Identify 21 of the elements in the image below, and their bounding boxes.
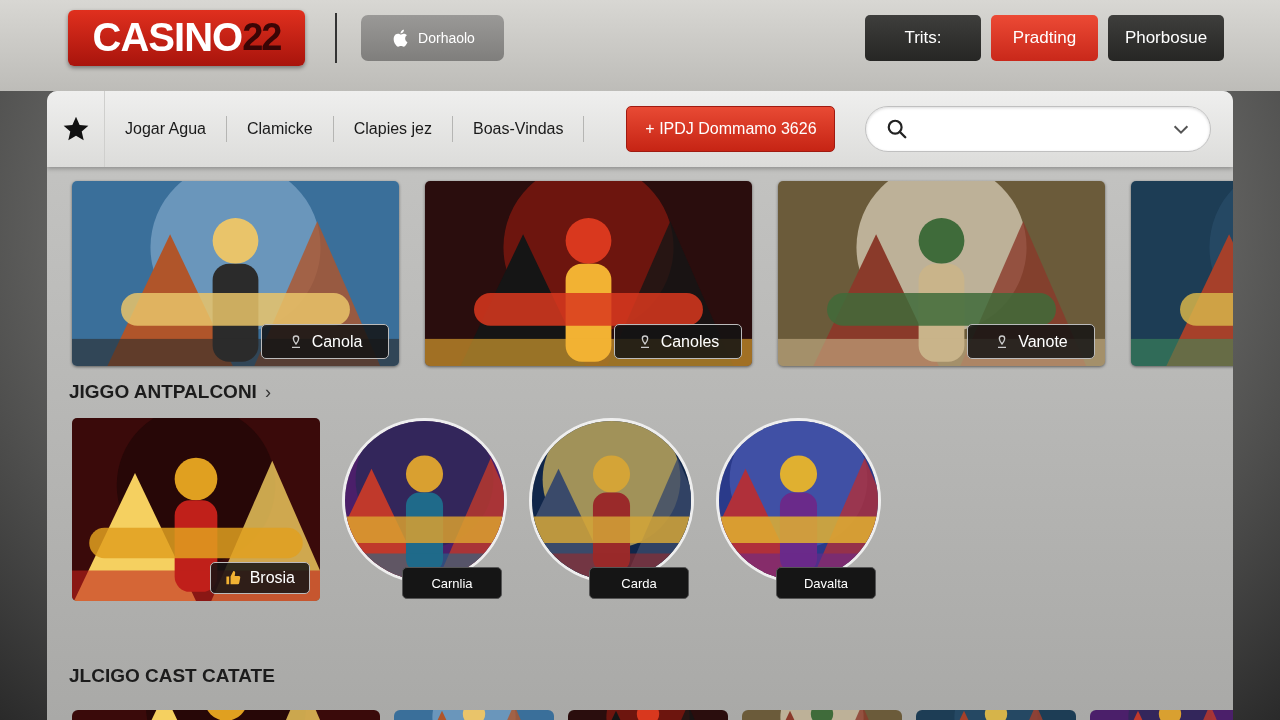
play-button[interactable]: Vanote <box>967 324 1095 359</box>
bonus-button[interactable]: Brosia <box>210 562 310 594</box>
search-icon <box>886 118 909 140</box>
chevron-right-icon[interactable]: › <box>264 381 271 403</box>
section-title: JLCIGO CAST CATATE <box>69 665 275 687</box>
play-button[interactable]: Carda <box>589 567 689 599</box>
section-title: JIGGO ANTPALCONI <box>69 381 257 403</box>
header-button[interactable]: Pradting <box>991 14 1098 61</box>
nav-link[interactable]: Jogar Agua <box>105 120 226 138</box>
header-button[interactable]: Trits: <box>865 14 981 61</box>
play-button[interactable]: Davalta <box>776 567 876 599</box>
nav-link[interactable]: Boas-Vindas <box>453 120 584 138</box>
logo[interactable]: CASINO22 <box>68 9 305 66</box>
play-button[interactable]: Canola <box>261 324 389 359</box>
search-field[interactable] <box>865 106 1211 152</box>
play-button[interactable]: Carnlia <box>402 567 502 599</box>
header-button[interactable]: Phorbosue <box>1108 14 1224 61</box>
play-button[interactable]: Canoles <box>614 324 742 359</box>
nav-link[interactable]: Clamicke <box>226 120 333 138</box>
nav-link[interactable]: Clapies jez <box>333 120 452 138</box>
promo-button[interactable]: + IPDJ Dommamo 3626 <box>626 106 836 152</box>
